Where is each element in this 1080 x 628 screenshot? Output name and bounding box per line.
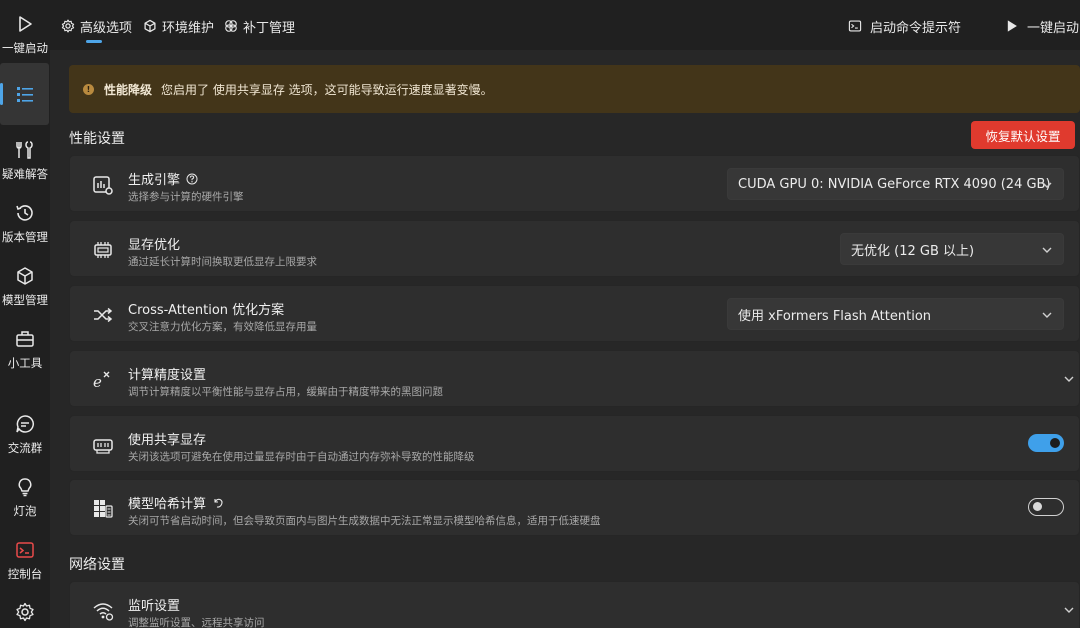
setting-description: 关闭可节省启动时间，但会导致页面内与图片生成数据中无法正常显示模型哈希信息，适用…: [128, 515, 601, 527]
shuffle-icon: [92, 304, 114, 326]
setting-card-attention: Cross-Attention 优化方案 交叉注意力优化方案，有效降低显存用量 …: [69, 285, 1080, 342]
warning-message: 您启用了 使用共享显存 选项，这可能导致运行速度显著变慢。: [161, 82, 493, 97]
sidebar-item-tools[interactable]: 小工具: [0, 329, 50, 371]
tab-environment[interactable]: 环境维护: [143, 14, 214, 38]
select-value: CUDA GPU 0: NVIDIA GeForce RTX 4090 (24 …: [738, 176, 1051, 192]
main-content: ! 性能降级 您启用了 使用共享显存 选项，这可能导致运行速度显著变慢。 性能设…: [50, 50, 1080, 628]
patch-icon: [225, 20, 237, 32]
action-label: 一键启动: [1027, 20, 1080, 36]
engine-icon: [92, 174, 114, 196]
tab-patches[interactable]: 补丁管理: [224, 14, 295, 38]
reset-defaults-button[interactable]: 恢复默认设置: [971, 121, 1075, 149]
sidebar-item-label: 控制台: [7, 567, 43, 581]
model-hash-toggle[interactable]: [1028, 498, 1064, 516]
tab-advanced[interactable]: 高级选项: [61, 14, 132, 38]
performance-warning-banner: ! 性能降级 您启用了 使用共享显存 选项，这可能导致运行速度显著变慢。: [69, 65, 1080, 113]
setting-title: 生成引擎: [128, 169, 198, 188]
memory-icon: [92, 239, 114, 261]
bulb-icon: [18, 478, 32, 497]
sidebar-item-versions[interactable]: 版本管理: [0, 203, 50, 245]
chevron-down-icon[interactable]: [1063, 373, 1075, 385]
setting-description: 通过延长计算时间换取更低显存上限要求: [128, 256, 317, 268]
setting-title: 监听设置: [128, 599, 181, 614]
app-window: 一键启动 疑难解答 版本管理 模型管理 小工具 交流群 灯泡 控制台 高级选项 …: [0, 0, 1080, 628]
setting-card-shared-vram: 使用共享显存 关闭该选项可避免在使用过量显存时由于自动通过内存弥补导致的性能降级: [69, 415, 1080, 472]
setting-title: 显存优化: [128, 238, 181, 253]
console-icon: [16, 542, 34, 558]
play-icon: [1007, 20, 1017, 32]
exponent-icon: e: [92, 369, 114, 391]
setting-card-engine: 生成引擎 选择参与计算的硬件引擎 CUDA GPU 0: NVIDIA GeFo…: [69, 155, 1080, 212]
sidebar-item-label: 版本管理: [2, 230, 48, 244]
select-value: 无优化 (12 GB 以上): [851, 243, 975, 259]
wifi-icon: [92, 600, 114, 622]
sidebar-item-label: 疑难解答: [2, 167, 48, 181]
chevron-down-icon: [1042, 312, 1052, 318]
section-title-performance: 性能设置: [69, 131, 125, 147]
setting-card-model-hash: 模型哈希计算 关闭可节省启动时间，但会导致页面内与图片生成数据中无法正常显示模型…: [69, 479, 1080, 536]
gear-icon: [61, 19, 75, 33]
chevron-down-icon: [1042, 182, 1052, 188]
setting-card-listen[interactable]: 监听设置 调整监听设置、远程共享访问: [69, 581, 1080, 628]
setting-title: 计算精度设置: [128, 368, 207, 383]
sidebar-item-community[interactable]: 交流群: [0, 414, 50, 456]
sidebar-item-label: 一键启动: [2, 41, 48, 55]
setting-title: Cross-Attention 优化方案: [128, 303, 285, 318]
cube-icon: [17, 267, 33, 285]
sidebar-item-console[interactable]: 控制台: [0, 540, 50, 582]
setting-description: 交叉注意力优化方案，有效降低显存用量: [128, 321, 317, 333]
shared-vram-toggle[interactable]: [1028, 434, 1064, 452]
action-label: 启动命令提示符: [870, 20, 962, 36]
warning-title: 性能降级: [104, 82, 153, 97]
chat-icon: [16, 415, 34, 433]
shared-memory-icon: [92, 434, 114, 456]
history-icon: [16, 205, 33, 221]
sidebar-item-label: 小工具: [7, 356, 43, 370]
tab-label: 补丁管理: [243, 20, 296, 36]
setting-description: 调整监听设置、远程共享访问: [128, 617, 265, 628]
vram-select[interactable]: 无优化 (12 GB 以上): [840, 233, 1064, 265]
open-terminal-button[interactable]: 启动命令提示符: [848, 14, 961, 38]
list-icon: [16, 87, 33, 102]
setting-card-vram: 显存优化 通过延长计算时间换取更低显存上限要求 无优化 (12 GB 以上): [69, 220, 1080, 277]
launch-button[interactable]: 一键启动: [1005, 14, 1079, 38]
terminal-icon: [848, 20, 862, 32]
sidebar-item-settings[interactable]: [0, 602, 50, 622]
chevron-down-icon[interactable]: [1063, 604, 1075, 616]
sidebar-item-advanced[interactable]: [0, 63, 49, 125]
setting-title: 使用共享显存: [128, 433, 207, 448]
chevron-down-icon: [1042, 247, 1052, 253]
setting-description: 调节计算精度以平衡性能与显存占用，缓解由于精度带来的黑图问题: [128, 386, 443, 398]
sidebar-item-label: 交流群: [7, 441, 43, 455]
setting-description: 选择参与计算的硬件引擎: [128, 191, 244, 203]
play-icon: [19, 16, 32, 32]
sidebar: 一键启动 疑难解答 版本管理 模型管理 小工具 交流群 灯泡 控制台: [0, 0, 50, 628]
svg-text:e: e: [93, 373, 102, 391]
help-icon[interactable]: [186, 173, 198, 185]
select-value: 使用 xFormers Flash Attention: [738, 308, 932, 324]
setting-title: 模型哈希计算: [128, 493, 224, 512]
engine-select[interactable]: CUDA GPU 0: NVIDIA GeForce RTX 4090 (24 …: [727, 168, 1064, 200]
grid-calculator-icon: [92, 498, 114, 520]
section-title-network: 网络设置: [69, 557, 125, 573]
sidebar-item-bulb[interactable]: 灯泡: [0, 477, 50, 519]
setting-description: 关闭该选项可避免在使用过量显存时由于自动通过内存弥补导致的性能降级: [128, 451, 475, 463]
sidebar-item-troubleshoot[interactable]: 疑难解答: [0, 140, 50, 182]
cube-icon: [144, 19, 156, 33]
tab-label: 高级选项: [80, 20, 133, 36]
tab-label: 环境维护: [162, 20, 215, 36]
restart-required-icon: [214, 498, 223, 508]
attention-select[interactable]: 使用 xFormers Flash Attention: [727, 298, 1064, 330]
sidebar-item-label: 灯泡: [13, 504, 37, 518]
tools-icon: [16, 141, 33, 159]
sidebar-item-models[interactable]: 模型管理: [0, 266, 50, 308]
warning-icon: !: [83, 83, 94, 95]
sidebar-item-launch[interactable]: 一键启动: [0, 14, 50, 56]
gear-icon: [16, 602, 34, 622]
sidebar-item-label: 模型管理: [2, 293, 48, 307]
active-tab-indicator: [86, 40, 102, 43]
top-bar: 高级选项 环境维护 补丁管理 启动命令提示符 一键启动: [50, 0, 1080, 50]
toolbox-icon: [16, 331, 34, 347]
setting-card-precision[interactable]: e 计算精度设置 调节计算精度以平衡性能与显存占用，缓解由于精度带来的黑图问题: [69, 350, 1080, 407]
